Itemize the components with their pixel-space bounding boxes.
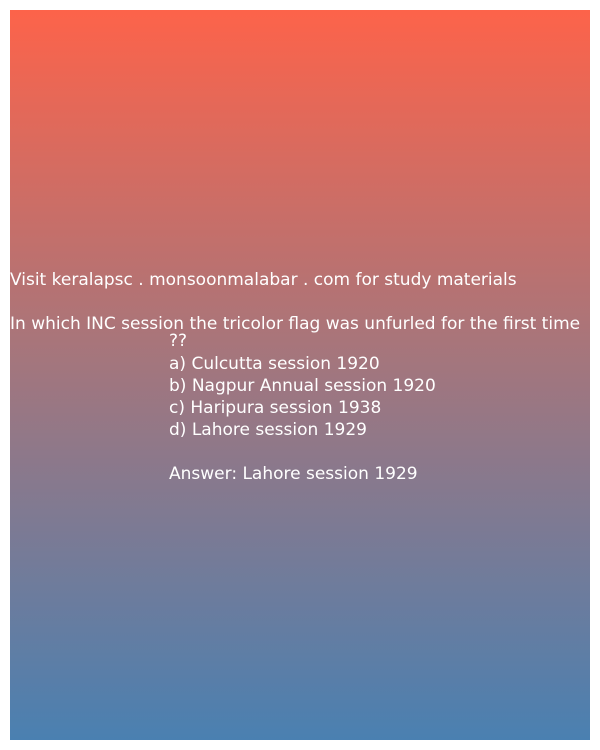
question-continuation: ??: [169, 331, 188, 351]
option-c: c) Haripura session 1938: [169, 398, 382, 418]
option-b: b) Nagpur Annual session 1920: [169, 376, 436, 396]
quiz-card: Visit keralapsc . monsoonmalabar . com f…: [10, 10, 590, 740]
option-a: a) Culcutta session 1920: [169, 354, 380, 374]
question-text: In which INC session the tricolor flag w…: [10, 314, 581, 334]
option-d: d) Lahore session 1929: [169, 420, 367, 440]
answer-text: Answer: Lahore session 1929: [169, 464, 418, 484]
site-promo-text: Visit keralapsc . monsoonmalabar . com f…: [10, 270, 517, 290]
